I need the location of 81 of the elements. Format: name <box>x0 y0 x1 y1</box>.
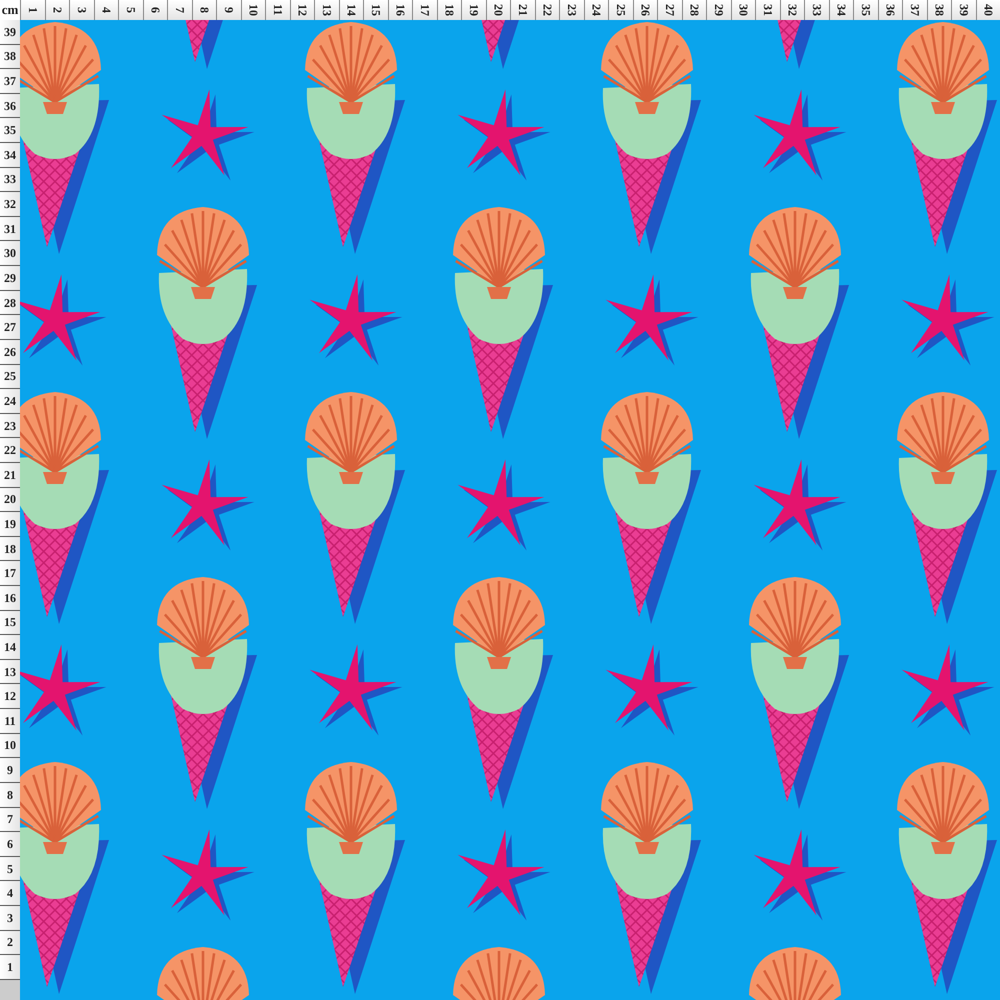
ruler-label: 23 <box>4 420 16 432</box>
ruler-label: 8 <box>7 788 13 801</box>
ruler-label: 39 <box>4 26 16 38</box>
ruler-label: 25 <box>614 4 627 16</box>
ruler-label: 37 <box>908 4 921 16</box>
ruler-label: 27 <box>664 4 676 16</box>
ruler-label: 20 <box>492 4 504 16</box>
ruler-label: 12 <box>4 690 16 702</box>
ruler-label: 22 <box>541 4 554 16</box>
ruler-label: 28 <box>4 296 16 308</box>
ruler-label: 13 <box>320 4 333 16</box>
ruler-label: 27 <box>4 321 16 334</box>
ruler-label: 37 <box>4 75 16 88</box>
ruler-label: 19 <box>4 518 16 530</box>
ruler-label: 34 <box>835 4 848 16</box>
ruler-label: 35 <box>860 4 872 16</box>
ruler-label: 14 <box>345 4 358 16</box>
ruler-label: 23 <box>566 4 578 16</box>
ruler-label: 2 <box>51 7 64 13</box>
ruler-label: 32 <box>4 198 16 210</box>
ruler-label: 7 <box>7 813 13 826</box>
ruler-label: 24 <box>590 4 602 16</box>
ruler-label: 13 <box>4 666 16 678</box>
ruler-label: 31 <box>762 4 774 16</box>
ruler-label: 21 <box>4 468 16 481</box>
ruler-label: 33 <box>4 173 16 186</box>
ruler-label: 35 <box>4 124 16 136</box>
ruler-label: 5 <box>124 7 137 13</box>
ruler-label: 1 <box>7 960 13 973</box>
ruler-label: 11 <box>4 714 16 727</box>
ruler-label: 36 <box>884 4 896 16</box>
ruler-label: 28 <box>688 4 700 16</box>
ruler-label: 12 <box>296 4 308 16</box>
ruler-label: 26 <box>639 4 652 16</box>
ruler-corner <box>0 980 20 1000</box>
ruler-label: 38 <box>933 4 946 16</box>
ruler-label: 34 <box>4 148 16 161</box>
ruler-label: 10 <box>4 739 16 752</box>
ruler-unit: cm <box>2 2 18 18</box>
ruler-label: 9 <box>7 764 13 776</box>
ruler-label: 17 <box>4 567 16 580</box>
ruler-label: 9 <box>222 7 235 13</box>
ruler-label: 1 <box>26 7 39 13</box>
ruler-label: 5 <box>7 862 13 875</box>
ruler-label: 21 <box>516 4 529 16</box>
ruler-label: 26 <box>4 346 16 358</box>
ruler-label: 20 <box>4 493 16 506</box>
ruler-label: 22 <box>4 444 16 456</box>
ruler-label: 40 <box>982 4 994 16</box>
ruler-label: 3 <box>7 912 13 924</box>
ruler-label: 6 <box>149 7 162 13</box>
ruler-label: 4 <box>100 7 112 13</box>
ruler-label: 16 <box>4 592 16 604</box>
ruler-label: 16 <box>394 4 406 16</box>
ruler-label: 19 <box>468 4 480 16</box>
ruler-label: 17 <box>418 4 431 16</box>
ruler-label: 3 <box>76 7 88 13</box>
ruler-label: 30 <box>4 247 16 260</box>
ruler-label: 18 <box>4 542 16 555</box>
ruler-label: 4 <box>7 887 13 900</box>
ruler-label: 39 <box>958 4 970 16</box>
ruler-label: 11 <box>272 4 284 16</box>
ruler-label: 30 <box>737 4 750 16</box>
ruler-label: 2 <box>7 936 13 948</box>
ruler-label: 8 <box>198 7 210 13</box>
ruler-label: 33 <box>810 4 823 16</box>
ruler-label: 36 <box>4 100 16 112</box>
ruler-label: 15 <box>4 616 16 628</box>
ruler-label: 29 <box>4 272 16 284</box>
ruler-label: 29 <box>712 4 725 16</box>
ruler-label: 15 <box>370 4 382 16</box>
ruler-label: 7 <box>174 7 186 13</box>
ruler-label: 10 <box>247 4 260 16</box>
ruler-label: 14 <box>4 641 16 654</box>
ruler-label: 38 <box>4 50 16 62</box>
ruler-label: 6 <box>7 838 13 850</box>
ruler-label: 18 <box>443 4 456 16</box>
ruler-label: 25 <box>4 370 16 382</box>
ruler-label: 24 <box>4 394 16 407</box>
ruler-label: 31 <box>4 222 16 235</box>
ruler-label: 32 <box>786 4 798 16</box>
